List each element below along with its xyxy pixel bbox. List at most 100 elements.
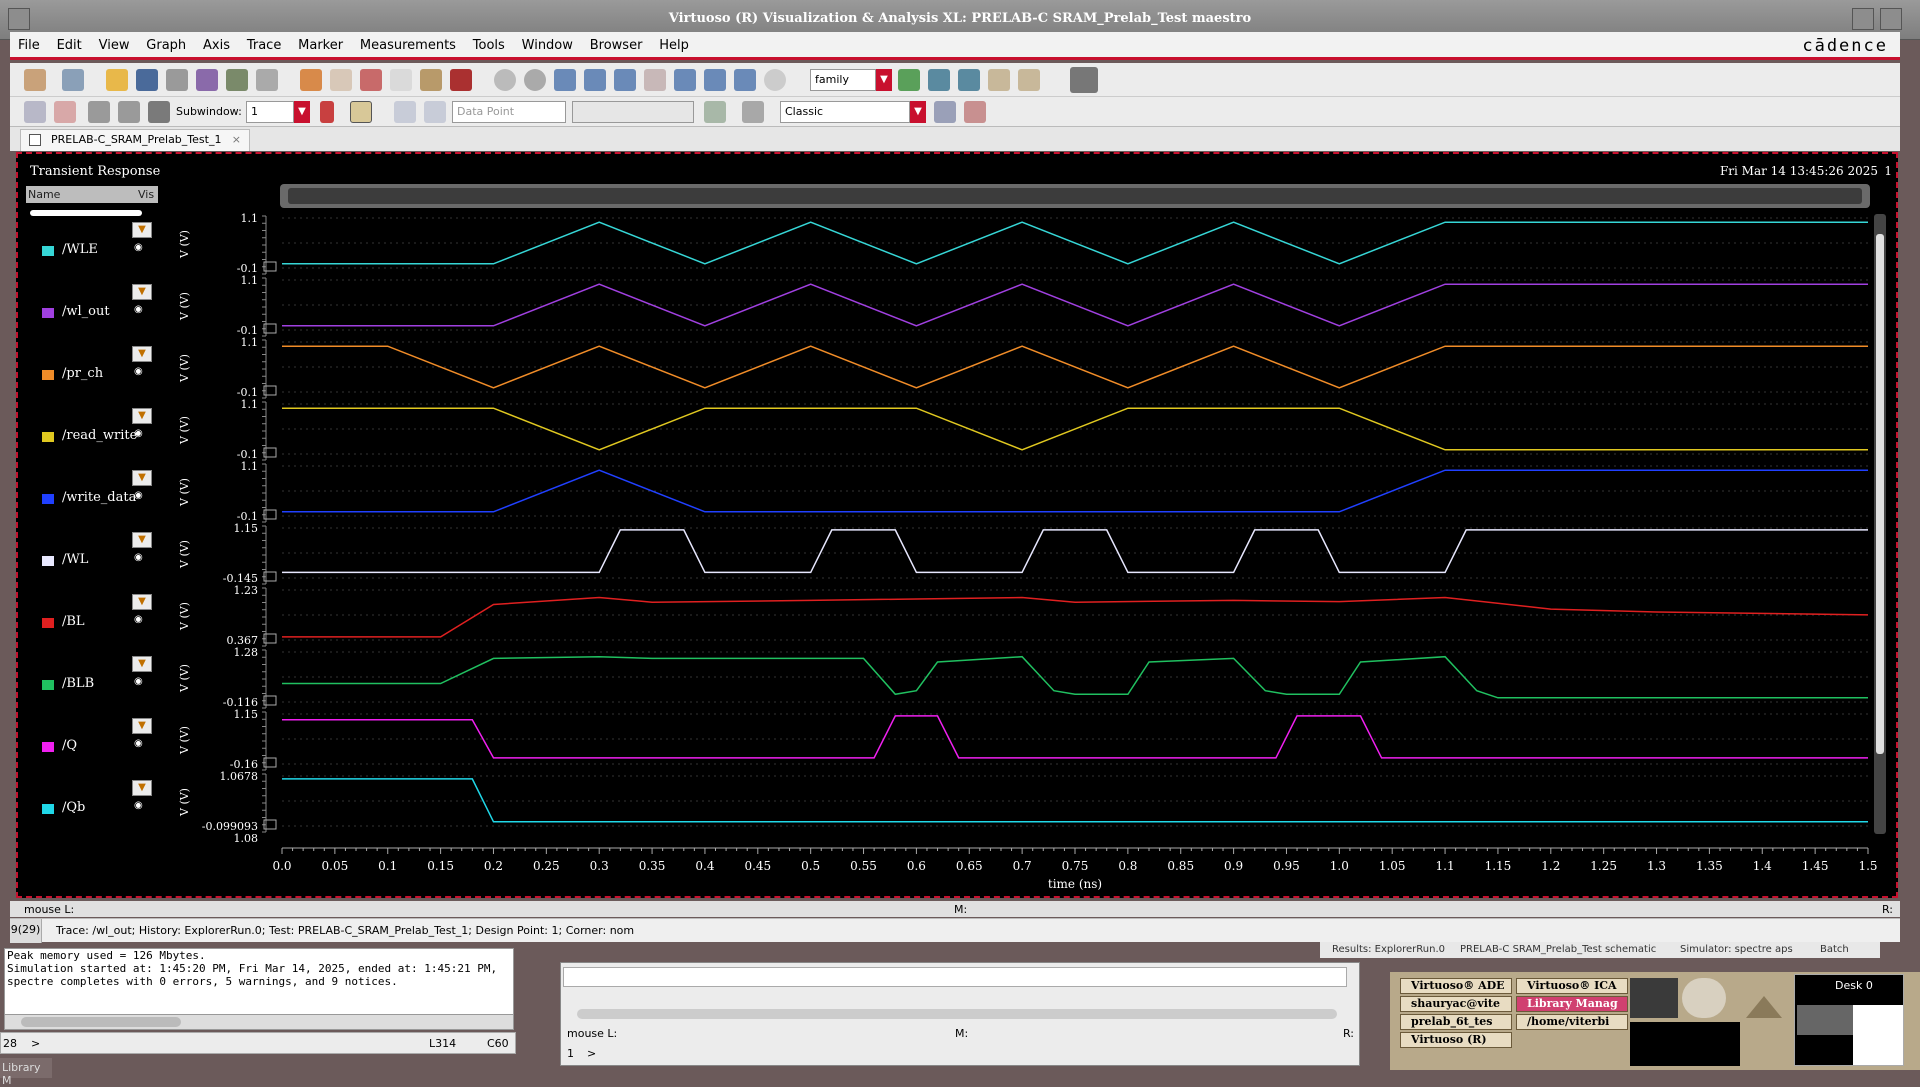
edit-icon[interactable] xyxy=(256,69,278,91)
pan-x-icon[interactable] xyxy=(704,69,726,91)
apply-style-icon[interactable] xyxy=(934,101,956,123)
library-manager-taskbar-button[interactable]: Library M xyxy=(0,1058,52,1087)
minimize-button[interactable] xyxy=(1852,8,1874,30)
split-icon[interactable] xyxy=(118,101,140,123)
visibility-eye-icon[interactable]: ◉ xyxy=(134,676,148,687)
zoom-out-icon[interactable] xyxy=(584,69,606,91)
visibility-eye-icon[interactable]: ◉ xyxy=(134,304,148,315)
grid-view-icon[interactable] xyxy=(148,101,170,123)
trace-filter-icon[interactable]: ▼ xyxy=(132,656,152,672)
pointer-tool-icon[interactable] xyxy=(24,101,46,123)
legend-row[interactable]: ▼ /Q ◉ xyxy=(26,714,158,776)
subwindow-dropdown-arrow[interactable]: ▼ xyxy=(294,101,310,123)
visibility-eye-icon[interactable]: ◉ xyxy=(134,428,148,439)
trace-filter-icon[interactable]: ▼ xyxy=(132,718,152,734)
style-dropdown-arrow[interactable]: ▼ xyxy=(910,101,926,123)
graph4-icon[interactable] xyxy=(988,69,1010,91)
legend-row[interactable]: ▼ /wl_out ◉ xyxy=(26,280,158,342)
grid-icon[interactable] xyxy=(1070,67,1098,93)
legend-row[interactable]: ▼ /pr_ch ◉ xyxy=(26,342,158,404)
style-select[interactable]: Classic xyxy=(780,101,910,123)
task-virtuoso[interactable]: Virtuoso (R) xyxy=(1400,1032,1512,1048)
delete-style-icon[interactable] xyxy=(964,101,986,123)
menu-graph[interactable]: Graph xyxy=(138,32,191,53)
shelf-icon[interactable] xyxy=(1630,978,1678,1018)
circle-filled-icon[interactable] xyxy=(524,69,546,91)
new-window-icon[interactable] xyxy=(24,69,46,91)
task-library-manager[interactable]: Library Manag xyxy=(1516,996,1628,1012)
visibility-eye-icon[interactable]: ◉ xyxy=(134,242,148,253)
menu-marker[interactable]: Marker xyxy=(290,32,348,53)
circle-icon[interactable] xyxy=(494,69,516,91)
trace-filter-icon[interactable]: ▼ xyxy=(132,408,152,424)
task-virtuoso-ica[interactable]: Virtuoso® ICA xyxy=(1516,978,1628,994)
table-icon[interactable] xyxy=(742,101,764,123)
zoom-in-icon[interactable] xyxy=(554,69,576,91)
bar-chart-icon[interactable] xyxy=(704,101,726,123)
trace-filter-icon[interactable]: ▼ xyxy=(132,780,152,796)
shape-tool-icon[interactable] xyxy=(54,101,76,123)
visibility-eye-icon[interactable]: ◉ xyxy=(134,738,148,749)
trace-filter-icon[interactable]: ▼ xyxy=(132,222,152,238)
family-select[interactable]: family xyxy=(810,69,876,91)
cut-icon[interactable] xyxy=(360,69,382,91)
legend-row[interactable]: ▼ /read_write ◉ xyxy=(26,404,158,466)
trace-filter-icon[interactable]: ▼ xyxy=(132,284,152,300)
delete-icon[interactable] xyxy=(450,69,472,91)
search-icon[interactable] xyxy=(764,69,786,91)
stack-icon[interactable] xyxy=(88,101,110,123)
bookmark-icon[interactable] xyxy=(320,101,334,123)
layout-icon[interactable] xyxy=(62,69,84,91)
tab-prelab-test[interactable]: PRELAB-C_SRAM_Prelab_Test_1 × xyxy=(20,129,250,151)
zoom-fit-icon[interactable] xyxy=(614,69,636,91)
triangle-icon[interactable] xyxy=(1746,996,1782,1018)
graph-icon[interactable] xyxy=(898,69,920,91)
menu-trace[interactable]: Trace xyxy=(239,32,287,53)
trace-filter-icon[interactable]: ▼ xyxy=(132,594,152,610)
menu-help[interactable]: Help xyxy=(651,32,694,53)
waveform-window[interactable]: Transient Response Fri Mar 14 13:45:26 2… xyxy=(16,152,1898,898)
graph5-icon[interactable] xyxy=(1018,69,1040,91)
desk-pager[interactable]: Desk 0 xyxy=(1794,974,1904,1066)
family-dropdown-arrow[interactable]: ▼ xyxy=(876,69,892,91)
trace-filter-icon[interactable]: ▼ xyxy=(132,470,152,486)
menu-window[interactable]: Window xyxy=(514,32,578,53)
copy-icon[interactable] xyxy=(390,69,412,91)
open-folder-icon[interactable] xyxy=(106,69,128,91)
arrow-left-icon[interactable] xyxy=(394,101,416,123)
legend-row[interactable]: ▼ /WLE ◉ xyxy=(26,218,158,280)
visibility-eye-icon[interactable]: ◉ xyxy=(134,552,148,563)
paste-icon[interactable] xyxy=(420,69,442,91)
task-virtuoso-ade[interactable]: Virtuoso® ADE xyxy=(1400,978,1512,994)
menu-view[interactable]: View xyxy=(91,32,135,53)
redo-icon[interactable] xyxy=(330,69,352,91)
visibility-eye-icon[interactable]: ◉ xyxy=(134,490,148,501)
marker-icon[interactable] xyxy=(350,101,372,123)
trace-filter-icon[interactable]: ▼ xyxy=(132,532,152,548)
waveform-plot[interactable]: V (V)1.1-0.1V (V)1.1-0.1V (V)1.1-0.1V (V… xyxy=(158,184,1888,896)
datapoint-select[interactable]: Data Point xyxy=(452,101,566,123)
mid-scrollbar[interactable] xyxy=(577,1009,1337,1019)
legend-row[interactable]: ▼ /WL ◉ xyxy=(26,528,158,590)
task-prelab[interactable]: prelab_6t_tes xyxy=(1400,1014,1512,1030)
log-horizontal-scrollbar[interactable] xyxy=(4,1014,514,1030)
zoom-x-icon[interactable] xyxy=(644,69,666,91)
tab-close-icon[interactable]: × xyxy=(232,133,241,146)
menu-file[interactable]: File xyxy=(10,32,45,53)
visibility-eye-icon[interactable]: ◉ xyxy=(134,366,148,377)
undo-icon[interactable] xyxy=(300,69,322,91)
zoom-box-icon[interactable] xyxy=(674,69,696,91)
maximize-button[interactable] xyxy=(1880,8,1902,30)
graph3-icon[interactable] xyxy=(958,69,980,91)
legend-row[interactable]: ▼ /write_data ◉ xyxy=(26,466,158,528)
arrow-right-icon[interactable] xyxy=(424,101,446,123)
menu-browser[interactable]: Browser xyxy=(582,32,648,53)
visibility-eye-icon[interactable]: ◉ xyxy=(134,800,148,811)
print-icon[interactable] xyxy=(166,69,188,91)
menu-axis[interactable]: Axis xyxy=(195,32,235,53)
task-terminal[interactable]: shauryac@vite xyxy=(1400,996,1512,1012)
calculator-icon[interactable] xyxy=(226,69,248,91)
legend-row[interactable]: ▼ /Qb ◉ xyxy=(26,776,158,838)
legend-scroll-bar[interactable] xyxy=(30,210,142,216)
export-icon[interactable] xyxy=(196,69,218,91)
